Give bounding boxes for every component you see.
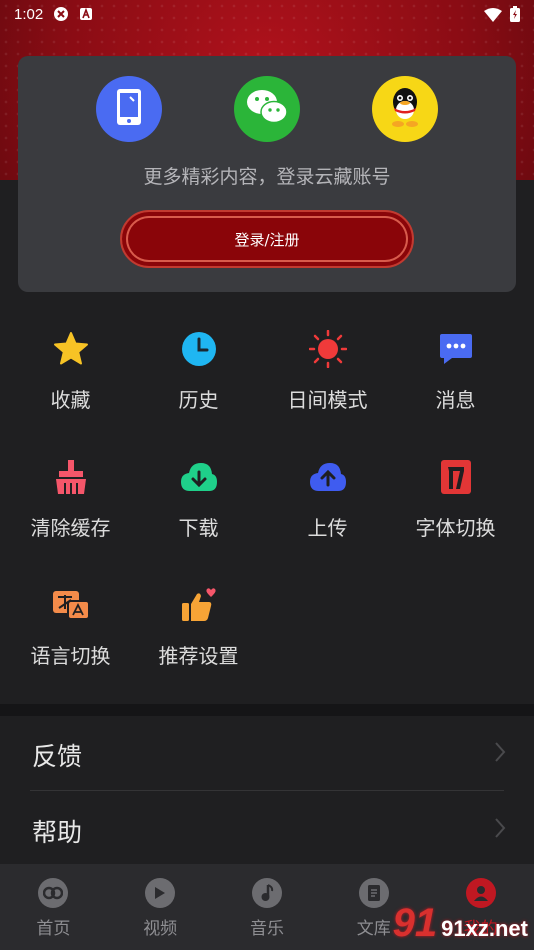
document-icon — [358, 878, 389, 908]
grid-item-history[interactable]: 历史 — [132, 310, 265, 420]
grid-item-day-mode[interactable]: 日间模式 — [261, 310, 394, 420]
grid-item-messages[interactable]: 消息 — [389, 310, 522, 420]
home-icon — [38, 878, 69, 908]
grid-item-label: 清除缓存 — [30, 516, 111, 540]
language-icon — [52, 586, 90, 624]
star-icon — [52, 330, 90, 368]
watermark-logo: 91 — [392, 901, 438, 945]
qq-login-button[interactable] — [372, 76, 438, 142]
help-row[interactable]: 帮助 — [0, 794, 534, 868]
grid-item-label: 消息 — [435, 388, 476, 412]
cloud-upload-icon — [309, 458, 347, 496]
grid-item-clear-cache[interactable]: 清除缓存 — [4, 438, 137, 548]
message-icon — [437, 330, 475, 368]
grid-item-label: 上传 — [307, 516, 348, 540]
tab-label: 音乐 — [249, 919, 284, 939]
status-time: 1:02 — [14, 5, 44, 23]
grid-item-language[interactable]: 语言切换 — [4, 566, 137, 676]
battery-icon — [510, 6, 520, 26]
grid-item-label: 收藏 — [50, 388, 91, 412]
grid-item-label: 推荐设置 — [158, 644, 239, 668]
login-tip: 更多精彩内容，登录云藏账号 — [143, 166, 391, 188]
cloud-download-icon — [180, 458, 218, 496]
chevron-right-icon — [494, 741, 506, 769]
font-icon — [437, 458, 475, 496]
sun-icon — [308, 330, 347, 368]
watermark: 91 91xz.net — [393, 901, 528, 946]
tab-music[interactable]: 音乐 — [214, 864, 321, 950]
tab-home[interactable]: 首页 — [0, 864, 107, 950]
play-icon — [145, 878, 176, 908]
watermark-text: 91xz.net — [441, 916, 528, 941]
qq-icon — [387, 86, 423, 132]
music-note-icon — [251, 878, 282, 908]
clock-icon — [180, 330, 218, 368]
status-bar: 1:02 — [0, 0, 534, 28]
grid-item-download[interactable]: 下载 — [132, 438, 265, 548]
grid-item-label: 下载 — [178, 516, 219, 540]
grid-item-font-switch[interactable]: 字体切换 — [389, 438, 522, 548]
tab-label: 文库 — [356, 919, 391, 939]
grid-item-recommend-settings[interactable]: 推荐设置 — [132, 566, 265, 676]
login-register-button[interactable]: 登录/注册 — [120, 210, 414, 268]
app-notification-icon — [53, 6, 69, 22]
help-label: 帮助 — [32, 818, 83, 847]
row-divider — [30, 790, 504, 791]
feature-grid: 收藏 历史 日间模式 消息 清除缓存 下载 上传 字体切换 语言切换 推荐设置 — [0, 310, 534, 706]
wechat-icon — [245, 87, 289, 131]
grid-item-label: 字体切换 — [415, 516, 496, 540]
feedback-label: 反馈 — [32, 742, 83, 771]
grid-item-label: 日间模式 — [287, 388, 368, 412]
feedback-row[interactable]: 反馈 — [0, 718, 534, 792]
wechat-login-button[interactable] — [234, 76, 300, 142]
wifi-icon — [484, 7, 502, 26]
a-notification-icon — [79, 7, 93, 21]
login-card: 更多精彩内容，登录云藏账号 登录/注册 — [18, 56, 516, 292]
section-divider — [0, 704, 534, 716]
phone-login-button[interactable] — [96, 76, 162, 142]
chevron-right-icon — [494, 817, 506, 845]
thumbs-up-icon — [180, 586, 218, 624]
tab-label: 首页 — [36, 919, 71, 939]
tab-label: 视频 — [143, 919, 178, 939]
tab-video[interactable]: 视频 — [107, 864, 214, 950]
broom-icon — [52, 458, 90, 496]
grid-item-label: 语言切换 — [30, 644, 111, 668]
grid-item-favorites[interactable]: 收藏 — [4, 310, 137, 420]
phone-icon — [114, 87, 144, 131]
grid-item-label: 历史 — [178, 388, 219, 412]
grid-item-upload[interactable]: 上传 — [261, 438, 394, 548]
